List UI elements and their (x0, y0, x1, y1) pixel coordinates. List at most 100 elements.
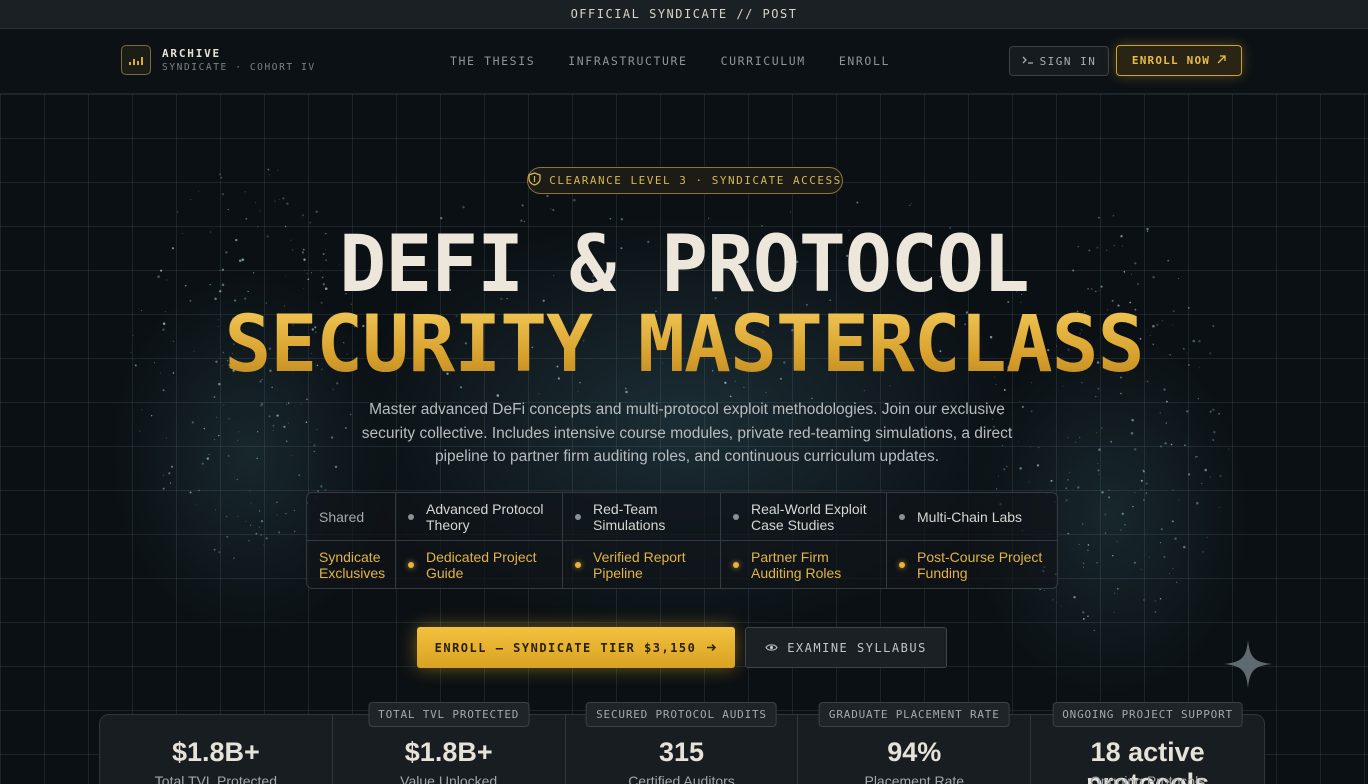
feature-item-exclusive: Dedicated Project Guide (396, 541, 563, 588)
particle (226, 535, 229, 538)
particle (313, 450, 315, 453)
nav-link-enroll[interactable]: ENROLL (839, 54, 890, 68)
particle (255, 532, 258, 535)
particle (225, 215, 227, 217)
stat-value: $1.8B+ (404, 737, 493, 767)
stat-label: Ongoing Protocols (1090, 773, 1206, 784)
particle (276, 414, 279, 417)
particle (1140, 479, 1143, 482)
particle (306, 398, 308, 401)
particle (1037, 446, 1040, 449)
logo[interactable]: ARCHIVE SYNDICATE · COHORT IV (121, 45, 316, 75)
enroll-syndicate-tier-button[interactable]: ENROLL — SYNDICATE TIER $3,150 (417, 627, 735, 668)
particle (285, 512, 287, 515)
nav-link-infrastructure[interactable]: INFRASTRUCTURE (568, 54, 687, 68)
particle (1159, 542, 1162, 544)
particle (1097, 469, 1100, 472)
particle (1044, 590, 1046, 592)
badge-text: CLEARANCE LEVEL 3 · SYNDICATE ACCESS (549, 174, 842, 187)
particle (1187, 473, 1191, 476)
particle (265, 537, 268, 540)
particle (228, 417, 231, 420)
particle (162, 474, 164, 476)
particle (1145, 482, 1148, 485)
stat-tag: GRADUATE PLACEMENT RATE (818, 702, 1010, 727)
particle (268, 415, 271, 418)
navbar: ARCHIVE SYNDICATE · COHORT IV THE THESIS… (0, 29, 1368, 94)
particle (213, 438, 216, 441)
particle (1159, 598, 1162, 600)
particle (1003, 468, 1006, 471)
enroll-now-button[interactable]: ENROLL NOW (1116, 45, 1242, 76)
top-banner: OFFICIAL SYNDICATE // POST (0, 0, 1368, 29)
particle (177, 211, 179, 213)
particle (245, 520, 247, 522)
particle (315, 210, 318, 213)
particle (1134, 491, 1136, 494)
arrow-up-right-icon (1217, 54, 1226, 67)
particle (254, 202, 256, 204)
enroll-now-label: ENROLL NOW (1131, 54, 1211, 67)
particle (1228, 448, 1230, 450)
particle (550, 208, 552, 210)
particle (1067, 532, 1070, 535)
particle (286, 404, 287, 406)
particle (552, 208, 555, 212)
particle (1195, 455, 1197, 458)
particle (1078, 436, 1081, 439)
particle (139, 430, 141, 432)
particle (1056, 601, 1058, 604)
particle (276, 501, 278, 503)
top-banner-text: OFFICIAL SYNDICATE // POST (570, 7, 798, 21)
terminal-prompt-icon (1022, 55, 1034, 68)
particle (218, 434, 220, 437)
particle (1082, 617, 1085, 620)
nav-link-curriculum[interactable]: CURRICULUM (721, 54, 806, 68)
logo-subtitle: SYNDICATE · COHORT IV (162, 62, 316, 73)
particle (238, 431, 240, 433)
particle (283, 425, 286, 428)
particle (1159, 411, 1162, 414)
bullet-dot-icon (899, 513, 905, 520)
stat-card: GRADUATE PLACEMENT RATE 94% Placement Ra… (798, 702, 1032, 784)
stat-label: Certified Auditors (628, 773, 735, 784)
particle (260, 520, 264, 523)
examine-syllabus-button[interactable]: EXAMINE SYLLABUS (745, 627, 947, 668)
particle (1196, 456, 1198, 458)
particle (272, 424, 275, 427)
particle (1133, 561, 1136, 564)
particle (1051, 599, 1054, 601)
particle (1218, 413, 1220, 415)
particle (237, 439, 239, 441)
particle (1083, 566, 1084, 568)
particle (1120, 392, 1122, 395)
nav-link-thesis[interactable]: THE THESIS (450, 54, 535, 68)
particle (227, 208, 229, 211)
particle (250, 524, 252, 526)
sign-in-button[interactable]: SIGN IN (1009, 46, 1109, 76)
particle (1098, 216, 1100, 219)
particle (301, 214, 304, 217)
particle (233, 557, 235, 559)
bullet-dot-icon (408, 513, 414, 520)
clearance-badge: CLEARANCE LEVEL 3 · SYNDICATE ACCESS (527, 167, 843, 194)
particle (206, 457, 210, 460)
particle (1219, 474, 1222, 478)
particle (1209, 410, 1212, 413)
particle (1077, 486, 1080, 489)
particle (309, 441, 311, 443)
arrow-right-icon (706, 641, 717, 655)
feature-item-exclusive: Partner Firm Auditing Roles (721, 541, 887, 588)
particle (1112, 214, 1115, 217)
particle (1097, 463, 1099, 465)
particle (169, 482, 172, 484)
particle (573, 198, 576, 202)
particle (1098, 473, 1100, 475)
particle (995, 488, 998, 490)
particle (222, 404, 225, 406)
particle (345, 427, 347, 429)
particle (856, 201, 859, 204)
particle (285, 440, 288, 443)
particle (1206, 536, 1208, 538)
feature-item: Multi-Chain Labs (887, 493, 1057, 541)
